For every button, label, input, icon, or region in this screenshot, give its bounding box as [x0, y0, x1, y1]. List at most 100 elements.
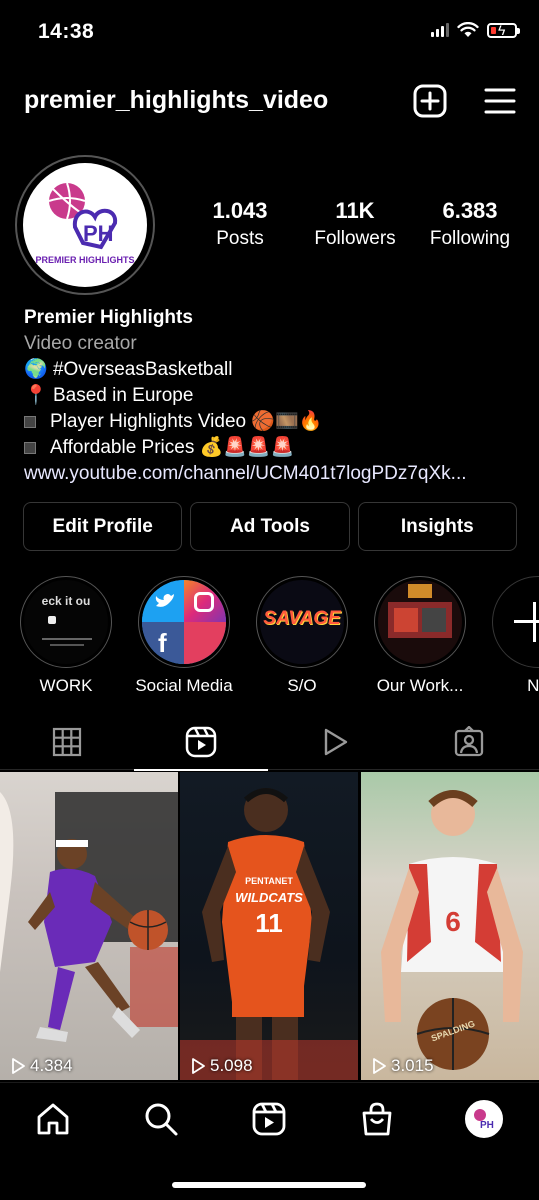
highlight-our-work[interactable]: Our Work...	[370, 576, 470, 696]
view-count: 4.384	[10, 1056, 73, 1076]
highlight-cover-text: SAVAGE	[263, 608, 341, 629]
highlight-label: Our Work...	[376, 676, 464, 695]
bio-text: Affordable Prices 💰🚨🚨🚨	[50, 437, 295, 458]
reels-grid: 4.384 PENTANET WILDCATS 11 5.098 SPALDIN…	[0, 772, 539, 1082]
reels-icon	[185, 726, 217, 758]
status-time: 14:38	[38, 20, 95, 43]
insights-button[interactable]: Insights	[357, 502, 517, 551]
following-stat[interactable]: 6.383 Following	[415, 198, 525, 250]
view-count-value: 5.098	[210, 1056, 253, 1075]
twitter-icon	[155, 594, 174, 607]
avatar-logo: PH PREMIER HIGHLIGHTS	[23, 163, 147, 287]
home-icon	[37, 1103, 69, 1135]
story-highlights: eck it ou WORK f Social Media SAVAGE S/O…	[0, 576, 539, 698]
play-count-icon	[12, 1058, 25, 1074]
status-bar: 14:38 ϟ	[0, 0, 539, 66]
cellular-signal-icon	[431, 23, 449, 37]
svg-text:PH: PH	[480, 1120, 494, 1131]
highlight-ring	[492, 576, 539, 668]
basketball-logo-icon: PH	[474, 1109, 494, 1131]
profile-actions: Edit Profile Ad Tools Insights	[23, 502, 517, 551]
highlight-cover: eck it ou	[24, 580, 108, 664]
bio-link-text: www.youtube.com/channel/UCM401t7logPDz7q…	[24, 463, 467, 484]
instagram-icon	[194, 592, 214, 612]
edit-profile-button[interactable]: Edit Profile	[23, 502, 183, 551]
nav-profile[interactable]: PH	[464, 1099, 504, 1139]
nav-search[interactable]	[141, 1099, 181, 1139]
posts-count: 1.043	[212, 198, 268, 223]
display-name: Premier Highlights	[24, 307, 193, 328]
highlight-cover	[496, 580, 539, 664]
highlight-cover: f	[142, 580, 226, 664]
bio-line: 📍 Based in Europe	[24, 383, 524, 409]
highlight-ring: eck it ou	[20, 576, 112, 668]
nav-home[interactable]	[33, 1099, 73, 1139]
highlight-new[interactable]: Ne	[488, 576, 539, 696]
followers-count: 11K	[335, 198, 375, 223]
jersey-number: 11	[255, 908, 283, 938]
view-count-value: 3.015	[391, 1056, 434, 1075]
tagged-icon	[454, 726, 484, 757]
new-post-icon[interactable]	[413, 84, 447, 118]
reel-thumbnail[interactable]: PENTANET WILDCATS 11 5.098	[180, 772, 358, 1080]
home-indicator	[172, 1182, 366, 1188]
following-label: Following	[429, 228, 511, 249]
jersey-number: 6	[445, 906, 461, 937]
reel-thumbnail[interactable]: SPALDING 6 3.015	[361, 772, 539, 1080]
highlight-label: S/O	[287, 676, 317, 695]
highlight-cover-text: eck it ou	[41, 594, 91, 608]
reel-thumbnail[interactable]: 4.384	[0, 772, 178, 1080]
view-count: 5.098	[190, 1056, 253, 1076]
tab-reels[interactable]	[134, 714, 268, 771]
ad-tools-button[interactable]: Ad Tools	[190, 502, 350, 551]
highlight-work[interactable]: eck it ou WORK	[16, 576, 116, 696]
followers-label: Followers	[314, 228, 396, 249]
play-count-icon	[373, 1058, 386, 1074]
highlight-label: Social Media	[135, 676, 233, 695]
highlight-ring: SAVAGE	[256, 576, 348, 668]
posts-stat[interactable]: 1.043 Posts	[185, 198, 295, 250]
player-photo	[0, 792, 178, 1042]
view-count-value: 4.384	[30, 1056, 73, 1075]
basketball-logo-icon: PH	[48, 182, 118, 250]
highlight-cover: SAVAGE	[260, 580, 344, 664]
bio-location: Based in Europe	[52, 385, 194, 406]
play-count-icon	[192, 1058, 205, 1074]
search-icon	[145, 1103, 178, 1136]
avatar-caption: PREMIER HIGHLIGHTS	[35, 255, 135, 265]
highlight-label: Ne	[527, 676, 539, 695]
globe-icon: 🌍	[24, 359, 48, 380]
bio-line: Affordable Prices 💰🚨🚨🚨	[24, 435, 524, 461]
username: premier_highlights_video	[24, 86, 329, 114]
highlight-ring: f	[138, 576, 230, 668]
jersey-team: WILDCATS	[235, 890, 303, 905]
battery-icon: ϟ	[487, 22, 520, 38]
square-bullet-icon	[24, 442, 36, 454]
bio-link[interactable]: www.youtube.com/channel/UCM401t7logPDz7q…	[24, 461, 524, 487]
bio-line: 🌍 #OverseasBasketball	[24, 357, 524, 383]
jersey-sponsor: PENTANET	[245, 876, 293, 886]
pin-icon: 📍	[24, 385, 48, 406]
nav-reels[interactable]	[249, 1099, 289, 1139]
tab-grid[interactable]	[0, 714, 134, 770]
status-icons: ϟ	[431, 22, 520, 38]
category-label: Video creator	[24, 333, 137, 354]
highlight-social-media[interactable]: f Social Media	[134, 576, 234, 696]
profile-tabs	[0, 714, 539, 771]
highlight-ring	[374, 576, 466, 668]
profile-avatar-small: PH	[465, 1100, 503, 1138]
shopping-bag-icon	[362, 1102, 392, 1136]
followers-stat[interactable]: 11K Followers	[300, 198, 410, 250]
grid-icon	[52, 727, 82, 757]
wifi-icon	[457, 22, 479, 37]
tab-videos[interactable]	[268, 714, 402, 770]
profile-avatar[interactable]: PH PREMIER HIGHLIGHTS	[15, 155, 155, 295]
svg-text:PH: PH	[83, 221, 114, 246]
menu-icon[interactable]	[483, 84, 517, 118]
bio-hashtag[interactable]: #OverseasBasketball	[53, 359, 233, 380]
highlight-so[interactable]: SAVAGE S/O	[252, 576, 352, 696]
nav-shop[interactable]	[357, 1099, 397, 1139]
square-bullet-icon	[24, 416, 36, 428]
tab-tagged[interactable]	[402, 714, 536, 770]
following-count: 6.383	[442, 198, 498, 223]
